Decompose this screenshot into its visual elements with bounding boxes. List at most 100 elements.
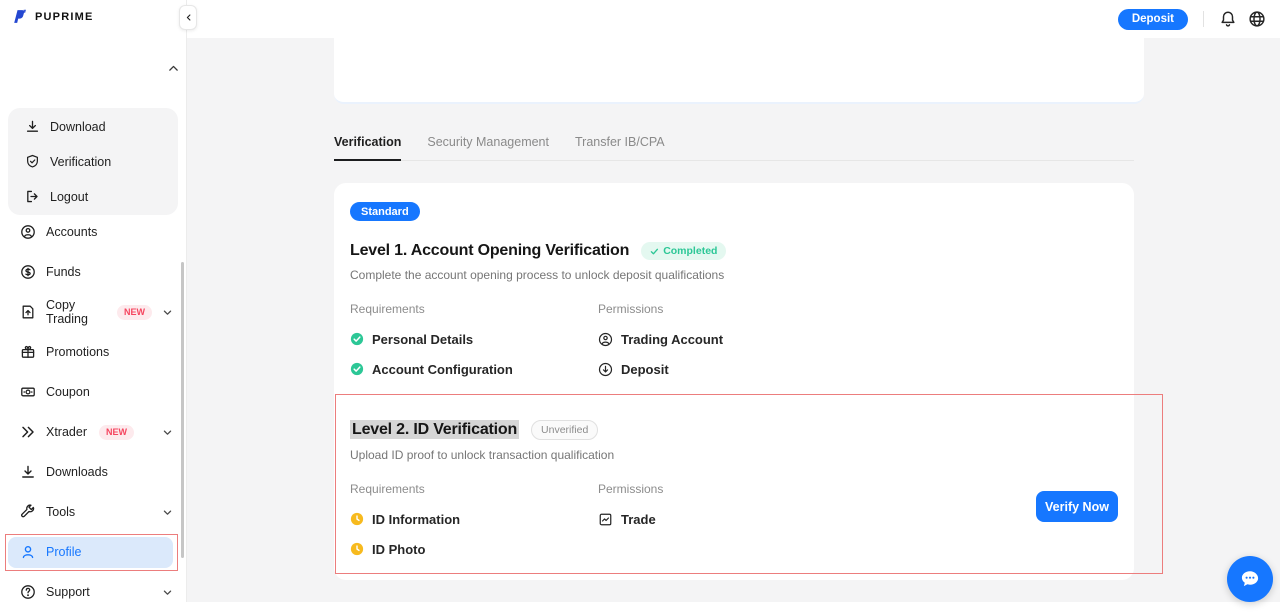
menu-item-verification[interactable]: Verification [8,144,178,179]
menu-item-logout[interactable]: Logout [8,179,178,214]
verify-now-button[interactable]: Verify Now [1036,491,1118,522]
brand-name: PUPRIME [35,11,94,23]
language-globe-icon[interactable] [1248,10,1266,28]
chevron-down-icon [162,587,173,598]
permission-deposit: Deposit [598,362,1118,376]
shield-check-icon [24,154,40,170]
permission-trading-account: Trading Account [598,332,1118,346]
level1-status-badge: Completed [641,242,726,260]
user-circle-icon [20,224,36,240]
tab-security-management[interactable]: Security Management [427,135,549,160]
sidebar-item-label: Accounts [46,225,97,239]
requirement-label: Account Configuration [372,362,513,377]
level2-requirements-column: Requirements ID Information ID Photo [350,482,598,556]
puprime-logo-icon [12,8,29,25]
question-circle-icon [20,584,36,600]
dollar-circle-icon [20,264,36,280]
verification-card: Standard Level 1. Account Opening Verifi… [334,183,1134,580]
new-badge: NEW [99,425,134,440]
level2-status-badge: Unverified [531,420,598,440]
sidebar: PUPRIME Download Verification Logout Acc… [0,0,187,602]
coupon-icon [20,384,36,400]
sidebar-item-label: Profile [46,545,81,559]
sidebar-item-label: Funds [46,265,81,279]
tab-verification[interactable]: Verification [334,135,401,160]
double-chevron-icon [20,424,36,440]
level1-status-text: Completed [663,245,717,257]
check-icon [650,247,659,256]
level2-title-highlighted-text: Level 2. ID Verification [350,420,519,439]
notifications-bell-icon[interactable] [1219,10,1237,28]
chat-bubble-icon [1238,567,1262,591]
download-icon [20,464,36,480]
menu-item-label: Download [50,120,106,134]
requirement-account-configuration: Account Configuration [350,362,598,376]
brand-logo[interactable]: PUPRIME [12,8,94,25]
level1-title: Level 1. Account Opening Verification [350,242,629,260]
deposit-circle-icon [598,362,613,377]
profile-tabs: Verification Security Management Transfe… [334,135,1134,161]
level1-requirements-column: Requirements Personal Details Account Co… [350,302,598,376]
sidebar-item-tools[interactable]: Tools [0,492,186,532]
tab-transfer-ib-cpa[interactable]: Transfer IB/CPA [575,135,665,160]
clock-pending-icon [350,542,364,556]
requirement-label: ID Photo [372,542,425,557]
deposit-button[interactable]: Deposit [1118,9,1188,30]
level2-header: Level 2. ID Verification Unverified [350,420,1118,440]
sidebar-item-label: Downloads [46,465,108,479]
requirement-label: ID Information [372,512,460,527]
user-circle-icon [598,332,613,347]
plan-badge: Standard [350,202,420,221]
requirements-label: Requirements [350,302,598,316]
level1-header: Level 1. Account Opening Verification Co… [350,242,1118,260]
sidebar-item-downloads[interactable]: Downloads [0,452,186,492]
chevron-down-icon [162,307,173,318]
sidebar-item-xtrader[interactable]: Xtrader NEW [0,412,186,452]
sidebar-item-copy-trading[interactable]: Copy Trading NEW [0,292,186,332]
chevron-down-icon [162,507,173,518]
sidebar-scrollbar[interactable] [181,262,184,558]
sidebar-item-coupon[interactable]: Coupon [0,372,186,412]
sidebar-item-support[interactable]: Support [0,572,186,612]
person-icon [20,544,36,560]
check-circle-icon [350,332,364,346]
profile-summary-card-bottom [334,38,1144,104]
check-circle-icon [350,362,364,376]
wrench-icon [20,504,36,520]
requirements-label: Requirements [350,482,598,496]
new-badge: NEW [117,305,152,320]
trade-chart-icon [598,512,613,527]
sidebar-item-profile[interactable]: Profile [8,537,173,568]
live-chat-button[interactable] [1227,556,1273,602]
account-dropdown-menu: Download Verification Logout [8,108,178,215]
requirement-personal-details: Personal Details [350,332,598,346]
requirement-id-photo: ID Photo [350,542,598,556]
level1-permissions-column: Permissions Trading Account Deposit [598,302,1118,376]
menu-item-label: Logout [50,190,88,204]
sidebar-item-accounts[interactable]: Accounts [0,212,186,252]
menu-item-download[interactable]: Download [8,109,178,144]
sidebar-item-label: Promotions [46,345,109,359]
gift-icon [20,344,36,360]
sidebar-item-label: Xtrader [46,425,87,439]
sidebar-item-label: Support [46,585,90,599]
sidebar-collapse-button[interactable] [179,5,197,30]
download-icon [24,119,40,135]
sidebar-item-label: Copy Trading [46,298,105,326]
permissions-label: Permissions [598,302,1118,316]
copy-trading-icon [20,304,36,320]
level2-subtitle: Upload ID proof to unlock transaction qu… [350,448,1118,462]
chevron-up-icon[interactable] [165,60,181,76]
sidebar-item-promotions[interactable]: Promotions [0,332,186,372]
sidebar-item-label: Tools [46,505,75,519]
level2-title: Level 2. ID Verification [350,421,519,439]
requirement-id-information: ID Information [350,512,598,526]
sidebar-item-funds[interactable]: Funds [0,252,186,292]
clock-pending-icon [350,512,364,526]
permission-label: Trading Account [621,332,723,347]
requirement-label: Personal Details [372,332,473,347]
topbar-actions: Deposit [1118,0,1266,38]
permission-label: Deposit [621,362,669,377]
sidebar-item-label: Coupon [46,385,90,399]
sidebar-nav: Accounts Funds Copy Trading NEW Promotio… [0,212,186,612]
